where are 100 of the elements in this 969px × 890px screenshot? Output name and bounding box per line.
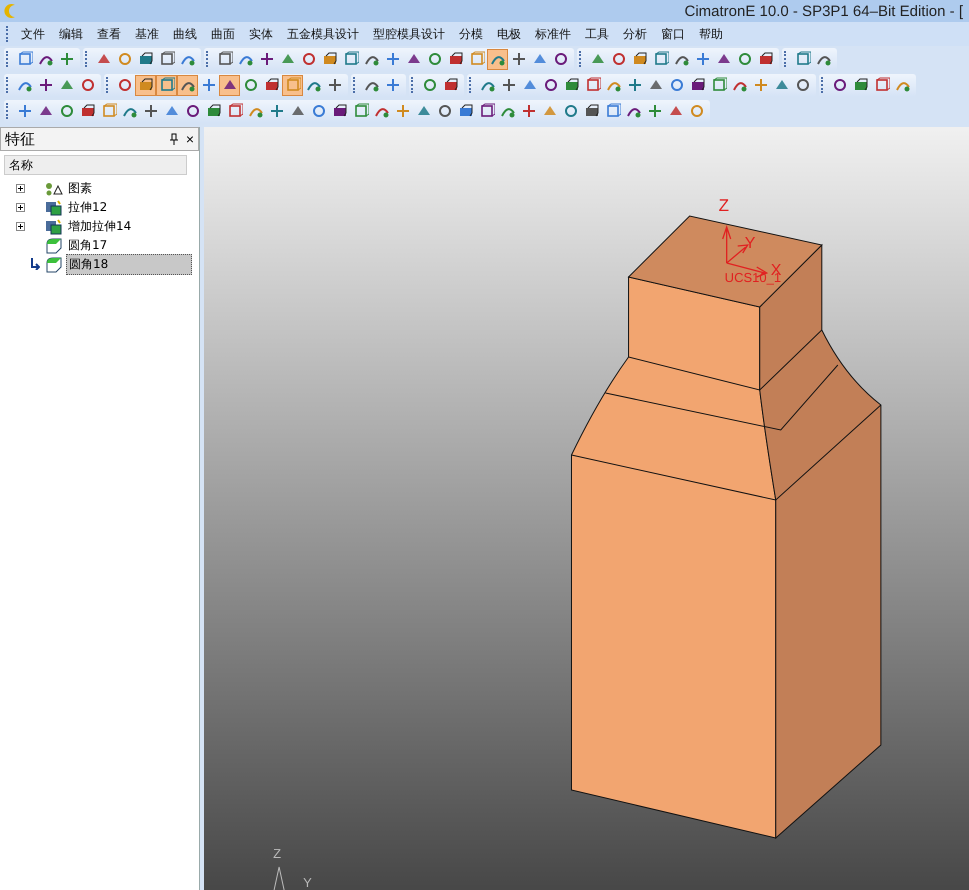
menu-item[interactable]: 曲面 [204, 24, 242, 44]
tool-icon [694, 51, 710, 67]
column-header: 名称 [4, 155, 187, 175]
tool-icon [216, 51, 232, 67]
window-title: CimatronE 10.0 - SP3P1 64–Bit Edition - [ [684, 2, 963, 20]
tool-icon [322, 51, 338, 67]
tool-icon [758, 51, 774, 67]
tool-icon [16, 103, 32, 119]
toolbar-button[interactable] [135, 74, 156, 96]
tool-icon [342, 51, 358, 67]
tool-icon [562, 103, 578, 119]
expand-toggle[interactable] [16, 184, 25, 193]
menu-item[interactable]: 查看 [90, 24, 128, 44]
tree-item[interactable]: 圆角17 [66, 236, 110, 255]
tool-icon [632, 51, 648, 67]
tool-icon [138, 51, 154, 67]
axis-label: Z [273, 846, 282, 861]
tool-icon [138, 77, 154, 93]
menu-item[interactable]: 帮助 [692, 24, 730, 44]
extrude-icon [45, 218, 63, 234]
tool-icon [426, 51, 442, 67]
tool-icon [258, 51, 274, 67]
tool-icon [520, 103, 536, 119]
toolbar-button[interactable] [219, 74, 240, 96]
tool-icon [552, 51, 568, 67]
tool-icon [284, 77, 300, 93]
tool-icon [332, 103, 348, 119]
pin-icon[interactable] [168, 133, 180, 145]
tool-icon [652, 51, 668, 67]
tool-icon [80, 103, 96, 119]
tool-icon [58, 51, 74, 67]
menu-item[interactable]: 工具 [578, 24, 616, 44]
tool-icon [626, 77, 642, 93]
menu-item[interactable]: 型腔模具设计 [366, 24, 452, 44]
tool-icon [468, 51, 484, 67]
tool-icon [500, 77, 516, 93]
menu-item[interactable]: 编辑 [52, 24, 90, 44]
toolbar-button[interactable] [177, 74, 198, 96]
tool-icon [688, 103, 704, 119]
menu-item[interactable]: 基准 [128, 24, 166, 44]
tool-icon [794, 77, 810, 93]
tool-icon [310, 103, 326, 119]
tool-icon [442, 77, 458, 93]
tool-icon [384, 77, 400, 93]
tool-icon [158, 51, 174, 67]
tool-icon [584, 77, 600, 93]
tool-icon [200, 77, 216, 93]
tree-item[interactable]: 拉伸12 [66, 198, 110, 217]
fillet-icon [45, 256, 63, 272]
tool-icon [436, 103, 452, 119]
tool-icon [458, 103, 474, 119]
tool-icon [646, 103, 662, 119]
menu-item[interactable]: 标准件 [528, 24, 578, 44]
expand-toggle[interactable] [16, 203, 25, 212]
tool-icon [564, 77, 580, 93]
tool-icon [510, 51, 526, 67]
tool-icon [116, 51, 132, 67]
tool-icon [852, 77, 868, 93]
tree-item[interactable]: 图素 [66, 179, 94, 198]
tool-icon [422, 77, 438, 93]
tool-icon [448, 51, 464, 67]
close-button[interactable]: × [186, 131, 194, 147]
tool-icon [326, 77, 342, 93]
tool-icon [300, 51, 316, 67]
tool-icon [710, 77, 726, 93]
tool-icon [58, 103, 74, 119]
expand-toggle[interactable] [16, 222, 25, 231]
tool-icon [206, 103, 222, 119]
menu-item[interactable]: 窗口 [654, 24, 692, 44]
tool-icon [668, 77, 684, 93]
tool-icon [478, 103, 494, 119]
tool-icon [794, 51, 810, 67]
tool-icon [100, 103, 116, 119]
menu-item[interactable]: 文件 [14, 24, 52, 44]
tool-icon [384, 51, 400, 67]
tree-item[interactable]: 增加拉伸14 [66, 217, 134, 236]
tool-icon [268, 103, 284, 119]
tool-icon [752, 77, 768, 93]
fillet-icon [45, 238, 63, 254]
menu-item[interactable]: 分模 [452, 24, 490, 44]
tool-icon [736, 51, 752, 67]
axis-triad-icon [274, 866, 285, 890]
tool-icon [16, 51, 32, 67]
current-marker-icon [30, 258, 40, 270]
menu-item[interactable]: 五金模具设计 [280, 24, 366, 44]
axis-label: Y [744, 235, 756, 252]
tool-icon [394, 103, 410, 119]
tool-icon [832, 77, 848, 93]
tool-icon [242, 77, 258, 93]
panel-title: 特征 [5, 130, 36, 148]
shapes-icon [45, 182, 63, 196]
tool-icon [264, 77, 280, 93]
menu-item[interactable]: 实体 [242, 24, 280, 44]
menu-item[interactable]: 电极 [490, 24, 528, 44]
tree-item[interactable]: 圆角18 [66, 254, 192, 275]
tool-icon [80, 77, 96, 93]
tool-icon [690, 77, 706, 93]
tool-icon [604, 103, 620, 119]
menu-item[interactable]: 曲线 [166, 24, 204, 44]
menu-item[interactable]: 分析 [616, 24, 654, 44]
